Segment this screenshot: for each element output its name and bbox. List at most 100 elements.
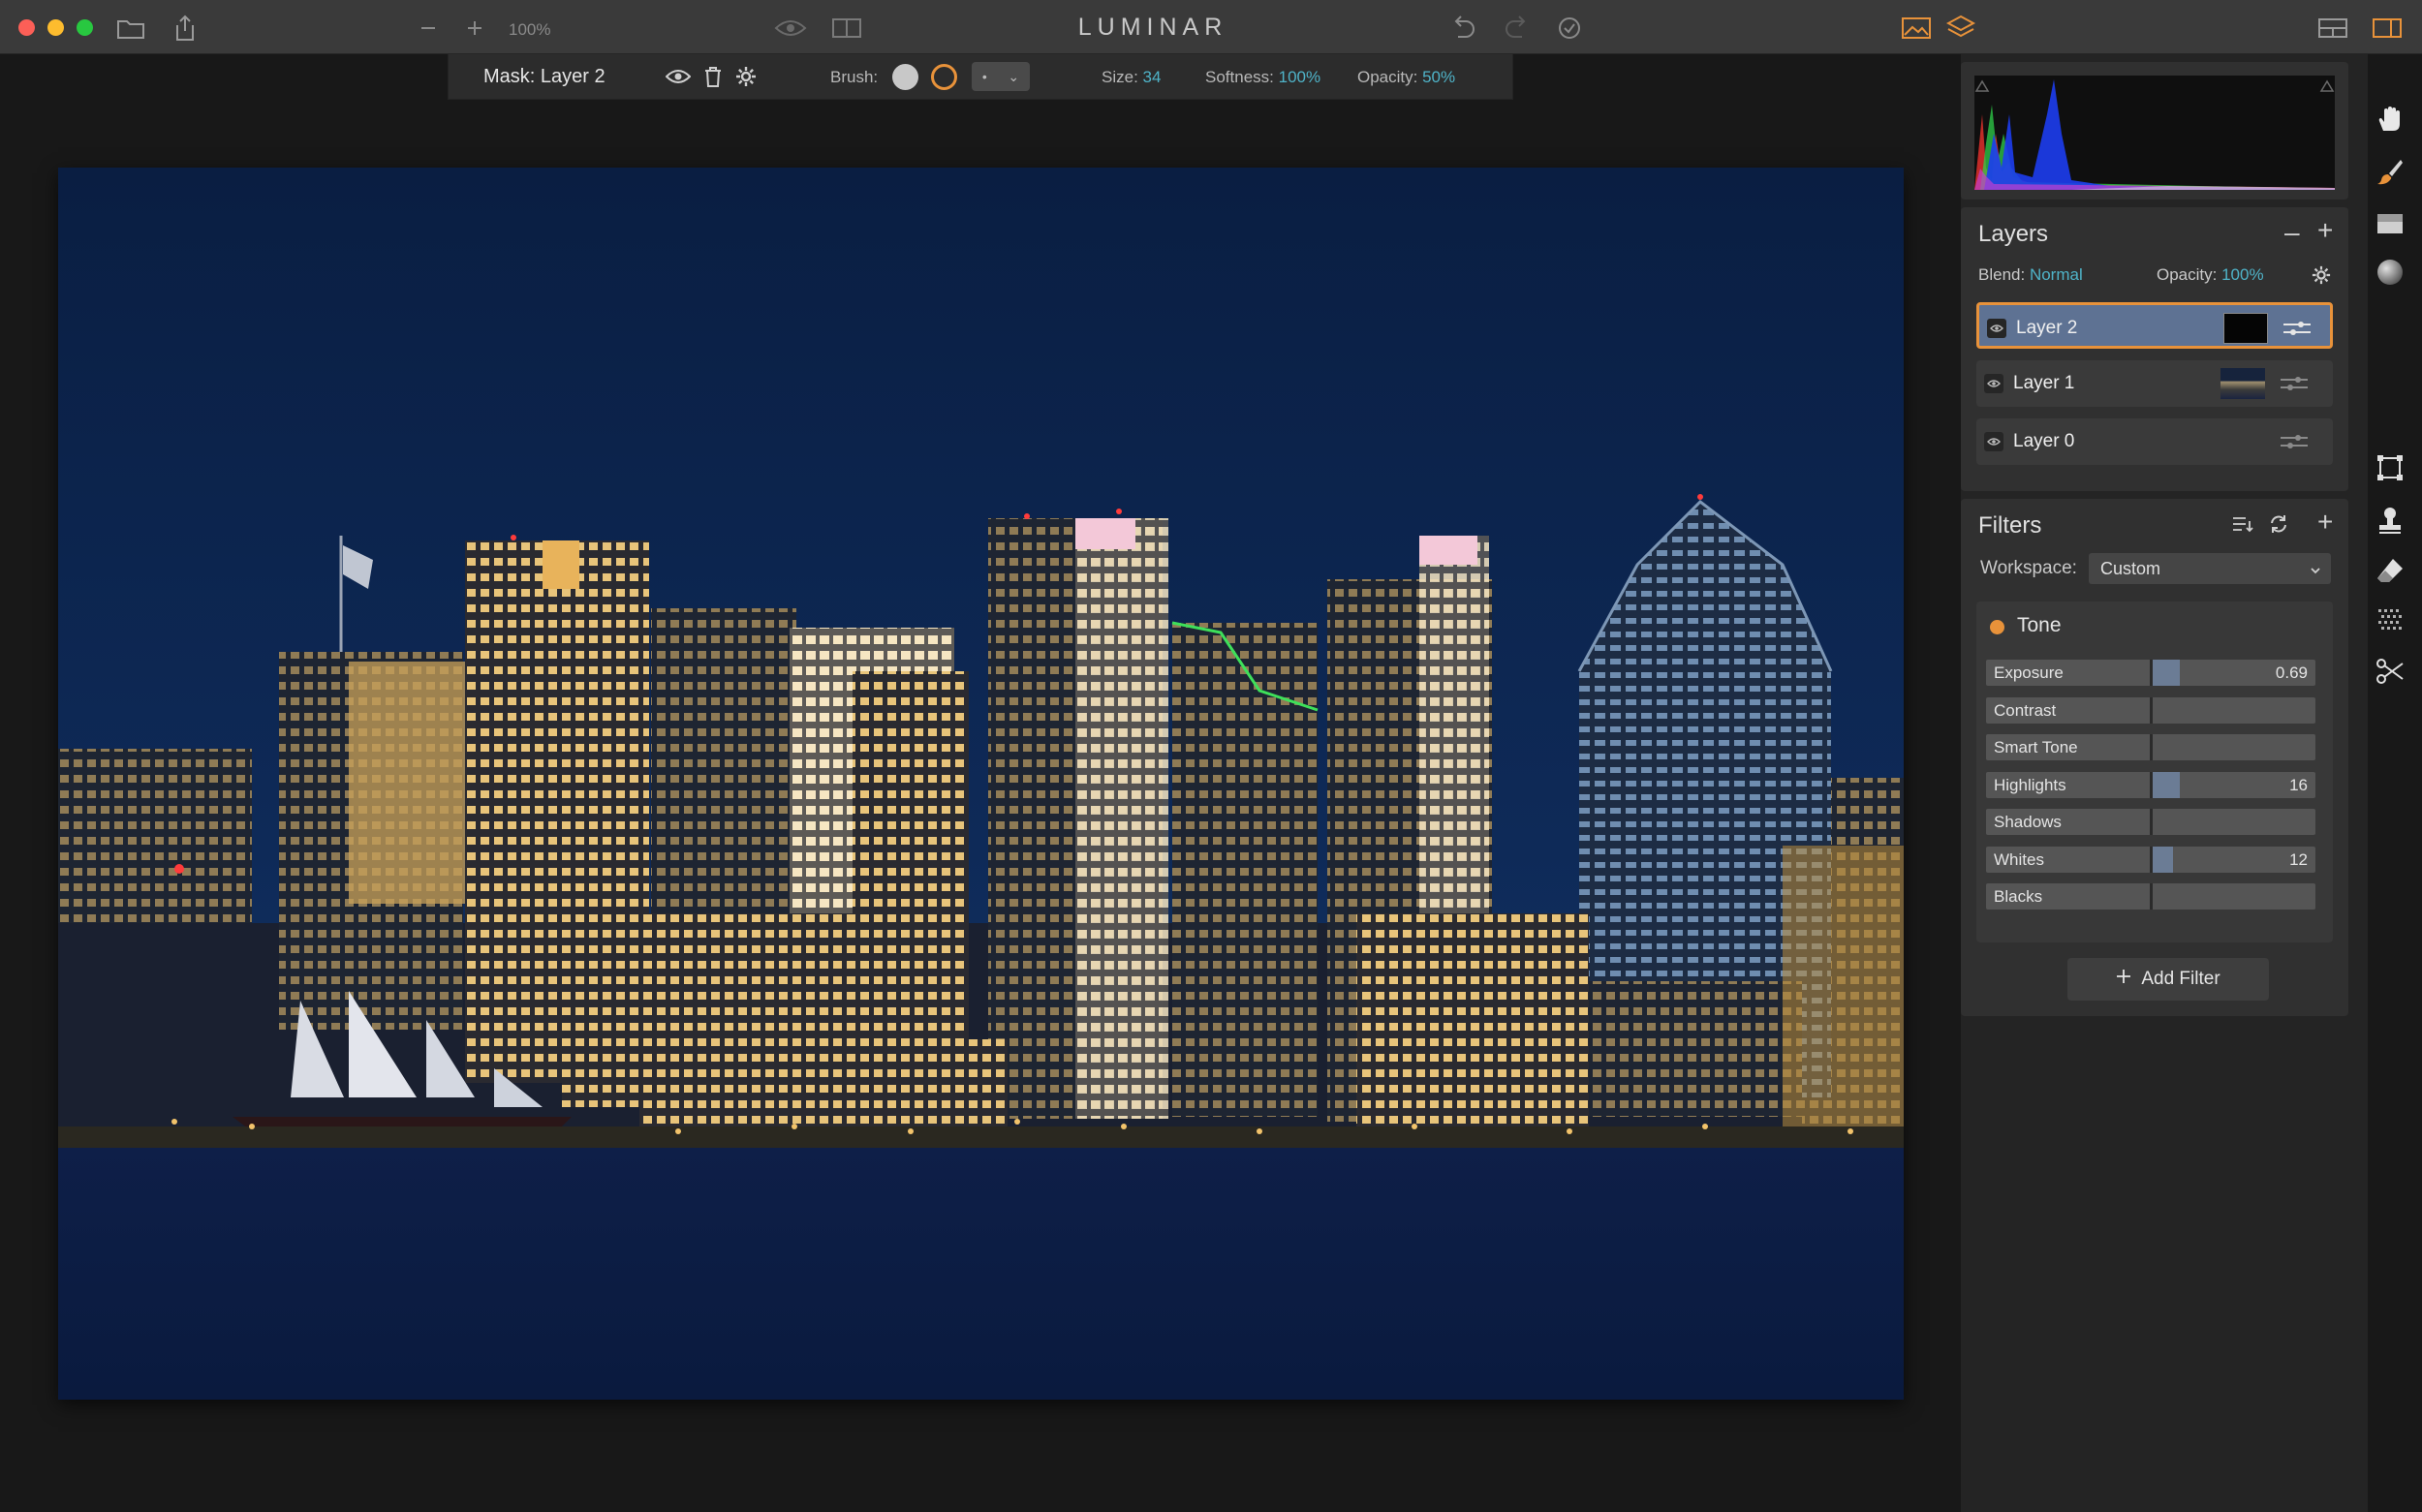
brush-size-label: Size: — [1102, 68, 1138, 86]
filter-enabled-dot-icon[interactable] — [1990, 620, 2004, 634]
clone-stamp-tool-icon[interactable] — [2372, 502, 2408, 539]
slider-handle[interactable] — [2150, 771, 2153, 798]
layer-adjust-icon[interactable] — [2279, 373, 2310, 394]
zoom-out-icon[interactable] — [415, 14, 442, 43]
layer-settings-gear-icon[interactable] — [2312, 263, 2331, 287]
slider-contrast[interactable]: Contrast — [1986, 696, 2315, 724]
layer-name: Layer 2 — [2016, 318, 2078, 338]
layer-visibility-eye-icon[interactable] — [1984, 374, 2003, 393]
layer-adjust-icon[interactable] — [2282, 318, 2313, 339]
layer-mask-thumbnail[interactable] — [2223, 313, 2268, 344]
slider-handle[interactable] — [2150, 809, 2153, 835]
folder-icon[interactable] — [114, 14, 147, 43]
mask-delete-trash-icon[interactable] — [704, 65, 722, 88]
brush-softness[interactable]: Softness: 100% — [1205, 68, 1320, 87]
brush-softness-label: Softness: — [1205, 68, 1274, 86]
city-skyline-photo — [58, 168, 1904, 1400]
slider-label: Blacks — [1994, 887, 2043, 906]
history-icon[interactable] — [1554, 14, 1585, 43]
brush-size[interactable]: Size: 34 — [1102, 68, 1161, 87]
brush-erase-mode-button[interactable] — [931, 64, 957, 90]
scissors-tool-icon[interactable] — [2372, 653, 2408, 690]
slider-whites[interactable]: Whites 12 — [1986, 846, 2315, 873]
slider-blacks[interactable]: Blacks — [1986, 883, 2315, 910]
brush-paint-mode-button[interactable] — [892, 64, 918, 90]
layer-opacity-value[interactable]: 100% — [2221, 265, 2263, 284]
zoom-window-button[interactable] — [77, 19, 93, 36]
mask-settings-gear-icon[interactable] — [735, 65, 757, 88]
compare-view-icon[interactable] — [829, 14, 864, 43]
add-layer-button[interactable]: + — [2317, 217, 2333, 244]
share-icon[interactable] — [171, 14, 200, 43]
redo-icon[interactable] — [1502, 14, 1533, 43]
minimize-window-button[interactable] — [47, 19, 64, 36]
filters-panel: Filters + Workspace: Custom Tone Exposur… — [1961, 499, 2348, 1016]
layers-view-icon[interactable] — [1943, 14, 1978, 43]
title-bar: 100% LUMINAR — [0, 0, 2422, 54]
eraser-tool-icon[interactable] — [2372, 552, 2408, 589]
slider-handle[interactable] — [2150, 660, 2153, 686]
close-window-button[interactable] — [18, 19, 35, 36]
layer-row-layer-2[interactable]: Layer 2 — [1976, 302, 2333, 349]
chevron-down-icon: ⌄ — [1008, 68, 1020, 84]
brush-dot-icon: • — [981, 69, 987, 84]
layer-image-thumbnail[interactable] — [2220, 368, 2265, 399]
layer-visibility-eye-icon[interactable] — [1984, 432, 2003, 451]
slider-handle[interactable] — [2150, 696, 2153, 724]
brush-size-value[interactable]: 34 — [1143, 68, 1162, 86]
slider-exposure[interactable]: Exposure 0.69 — [1986, 660, 2315, 686]
side-panel-toggle-icon[interactable] — [2370, 14, 2405, 43]
highlight-clipping-icon[interactable] — [2319, 79, 2335, 92]
slider-handle[interactable] — [2150, 734, 2153, 760]
preview-eye-icon[interactable] — [773, 14, 808, 43]
slider-label: Highlights — [1994, 775, 2066, 794]
zoom-in-icon[interactable] — [461, 14, 488, 43]
layer-opacity[interactable]: Opacity: 100% — [2157, 265, 2264, 285]
filter-list-icon[interactable] — [2232, 512, 2253, 536]
mask-toolbar: Mask: Layer 2 Brush: • ⌄ Size: 34 Softne… — [448, 54, 1513, 100]
brush-opacity[interactable]: Opacity: 50% — [1357, 68, 1455, 87]
zoom-level[interactable]: 100% — [509, 20, 550, 40]
slider-smart-tone[interactable]: Smart Tone — [1986, 734, 2315, 760]
layers-panel: Layers – + Blend: Normal Opacity: 100% L… — [1961, 207, 2348, 491]
mask-visibility-eye-icon[interactable] — [666, 65, 691, 88]
remove-layer-button[interactable]: – — [2284, 219, 2300, 246]
layout-icon[interactable] — [2315, 14, 2350, 43]
blend-mode-value[interactable]: Normal — [2030, 265, 2083, 284]
brush-opacity-value[interactable]: 50% — [1422, 68, 1455, 86]
slider-shadows[interactable]: Shadows — [1986, 809, 2315, 835]
add-filter-button[interactable]: Add Filter — [2067, 958, 2269, 1001]
workspace-value: Custom — [2100, 559, 2161, 578]
brush-label: Brush: — [830, 68, 879, 86]
add-filter-plus-button[interactable]: + — [2317, 509, 2333, 536]
undo-icon[interactable] — [1447, 14, 1478, 43]
gradient-mask-tool-icon[interactable] — [2372, 205, 2408, 242]
hand-tool-icon[interactable] — [2372, 101, 2408, 138]
layer-row-layer-1[interactable]: Layer 1 — [1976, 360, 2333, 407]
tone-title[interactable]: Tone — [2017, 614, 2062, 637]
workspace-label: Workspace: — [1980, 558, 2077, 578]
brush-options-dropdown[interactable]: • ⌄ — [972, 62, 1030, 91]
slider-highlights[interactable]: Highlights 16 — [1986, 771, 2315, 798]
slider-label: Shadows — [1994, 813, 2062, 831]
photo-canvas[interactable] — [58, 168, 1904, 1400]
image-view-icon[interactable] — [1899, 14, 1934, 43]
layer-visibility-eye-icon[interactable] — [1987, 319, 2006, 338]
denoise-texture-tool-icon[interactable] — [2372, 602, 2408, 639]
crop-transform-tool-icon[interactable] — [2372, 449, 2408, 486]
brush-tool-icon[interactable] — [2372, 153, 2408, 190]
slider-fill — [2150, 771, 2180, 798]
brush-softness-value[interactable]: 100% — [1279, 68, 1320, 86]
layer-blend[interactable]: Blend: Normal — [1978, 265, 2083, 285]
layer-adjust-icon[interactable] — [2279, 431, 2310, 452]
layer-name: Layer 1 — [2013, 373, 2075, 393]
workspace-select[interactable]: Custom — [2089, 553, 2331, 584]
histogram-panel — [1961, 62, 2348, 200]
slider-handle[interactable] — [2150, 883, 2153, 910]
radial-mask-tool-icon[interactable] — [2372, 254, 2408, 291]
shadow-clipping-icon[interactable] — [1974, 79, 1990, 92]
brush-opacity-label: Opacity: — [1357, 68, 1418, 86]
layer-row-layer-0[interactable]: Layer 0 — [1976, 418, 2333, 465]
sync-icon[interactable] — [2269, 512, 2288, 536]
slider-handle[interactable] — [2150, 846, 2153, 873]
